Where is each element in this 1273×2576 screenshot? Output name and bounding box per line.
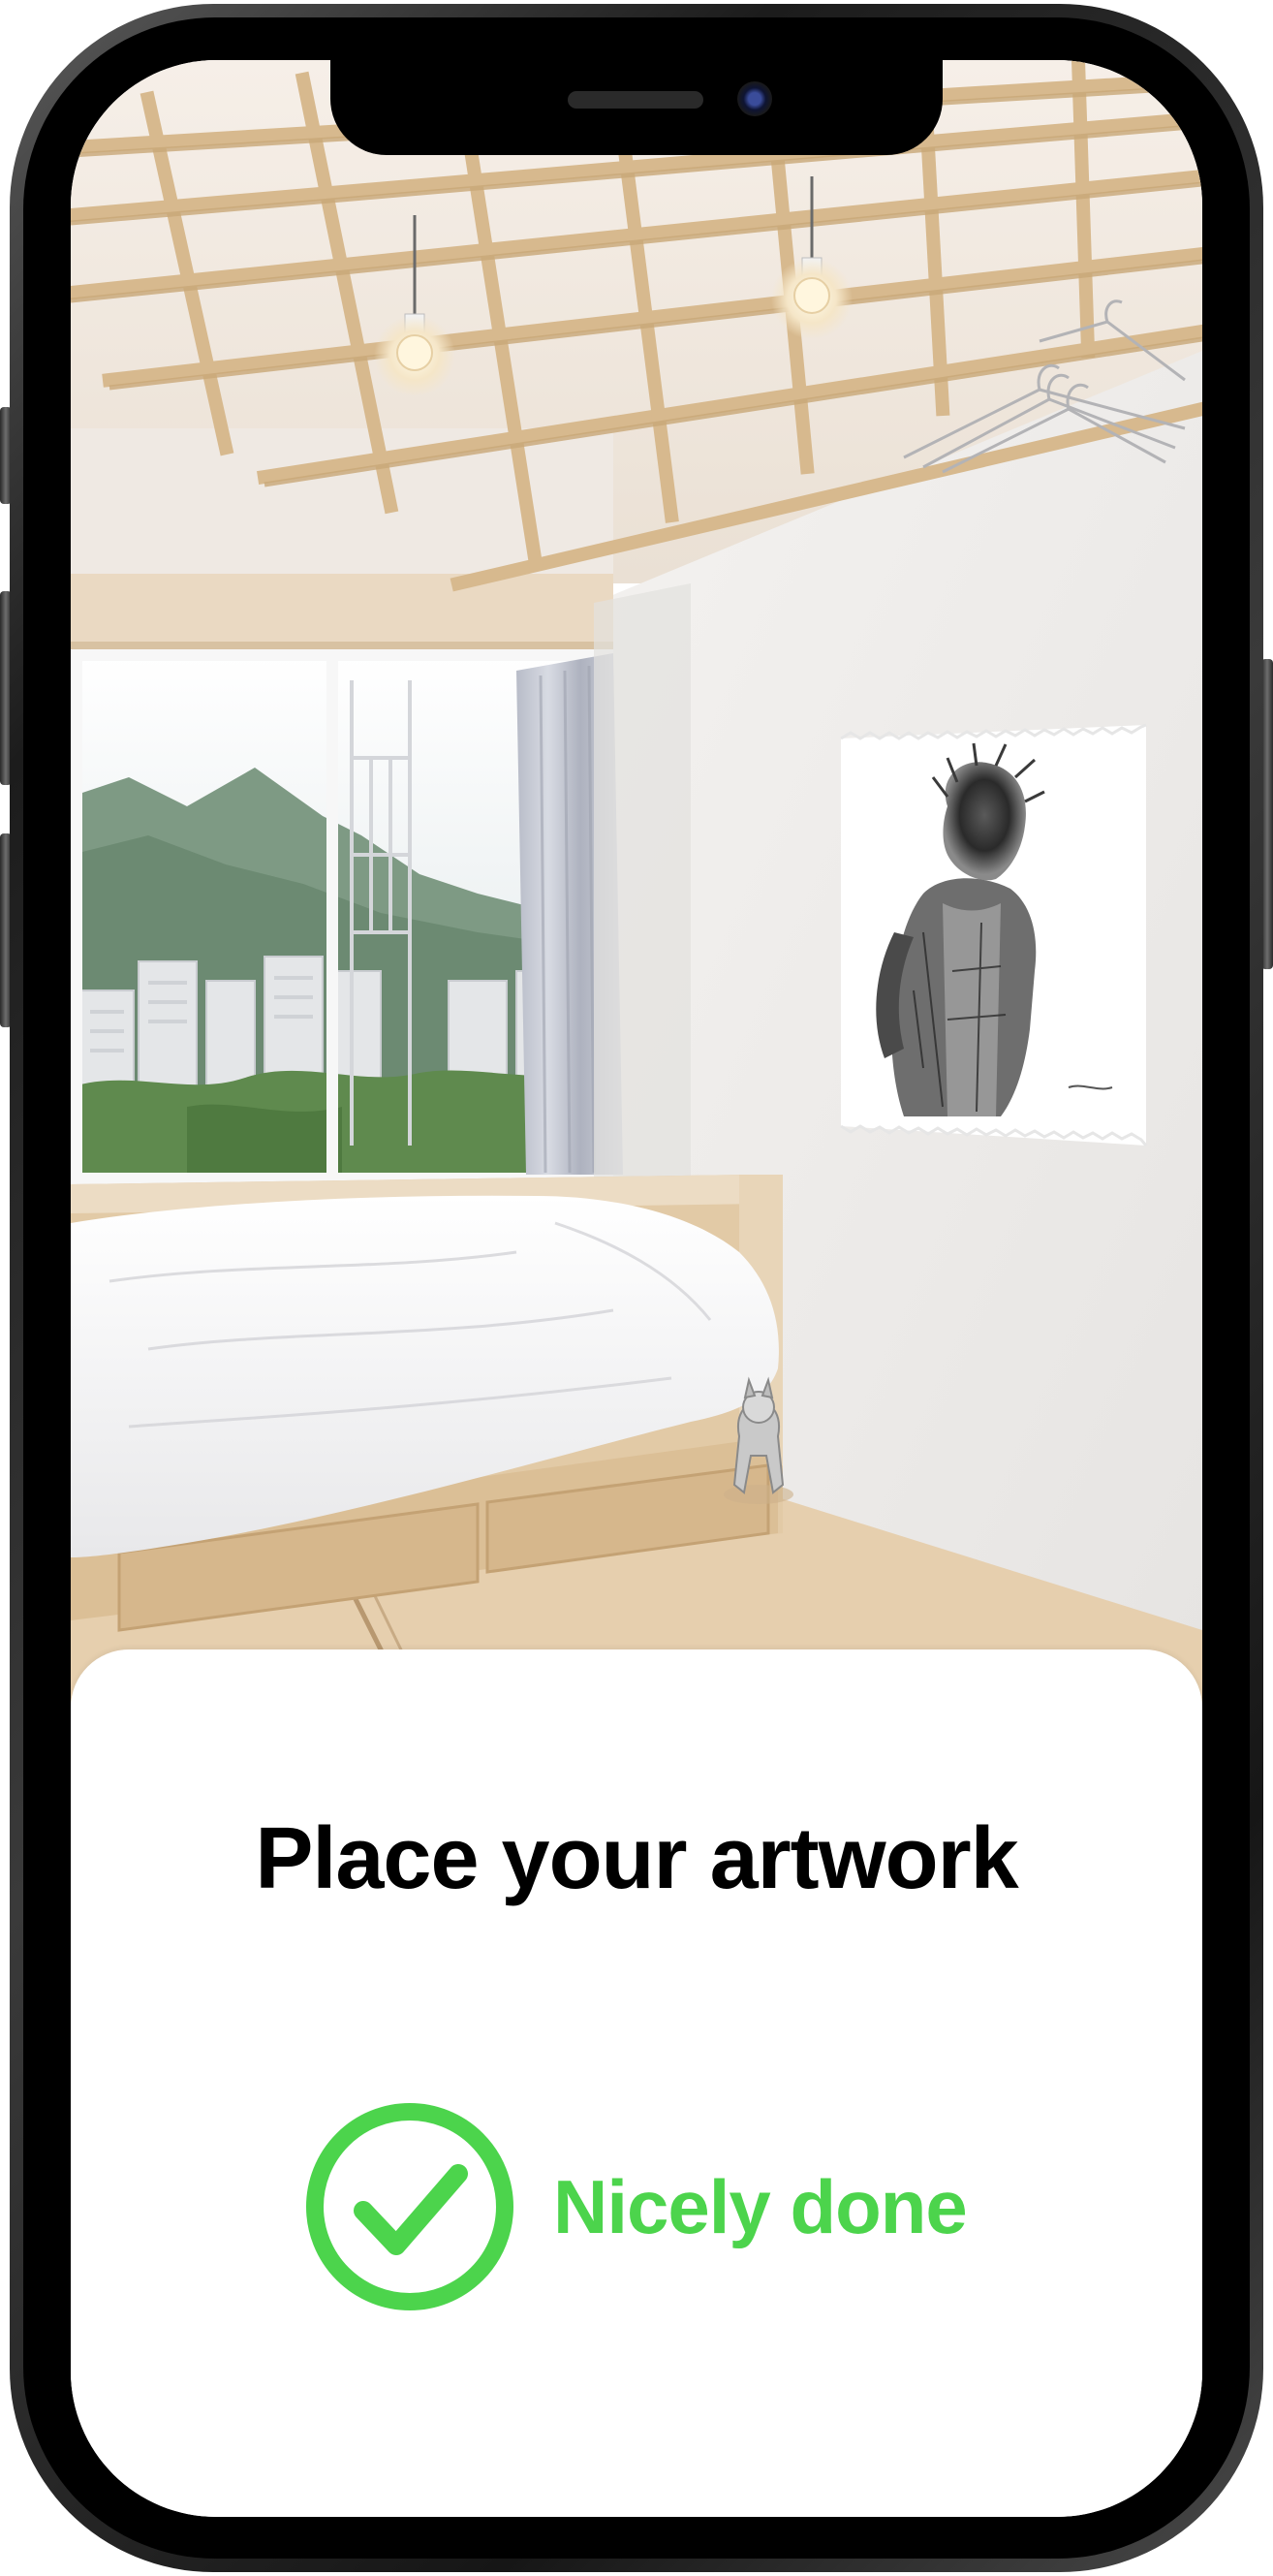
phone-mockup: Place your artwork Nicely done [0,0,1273,2576]
app-screen: Place your artwork Nicely done [71,60,1202,2517]
notch [330,60,943,155]
placed-artwork[interactable] [840,723,1148,1147]
sheet-title: Place your artwork [255,1810,1018,1907]
status-label: Nicely done [553,2163,968,2249]
ar-camera-view[interactable] [71,60,1202,1708]
earpiece-speaker [568,91,703,109]
front-camera [737,81,772,116]
checkmark-circle-icon [306,2103,513,2310]
room-scene [71,60,1202,1708]
status-row: Nicely done [303,2095,968,2318]
bottom-sheet: Place your artwork Nicely done [71,1649,1202,2517]
